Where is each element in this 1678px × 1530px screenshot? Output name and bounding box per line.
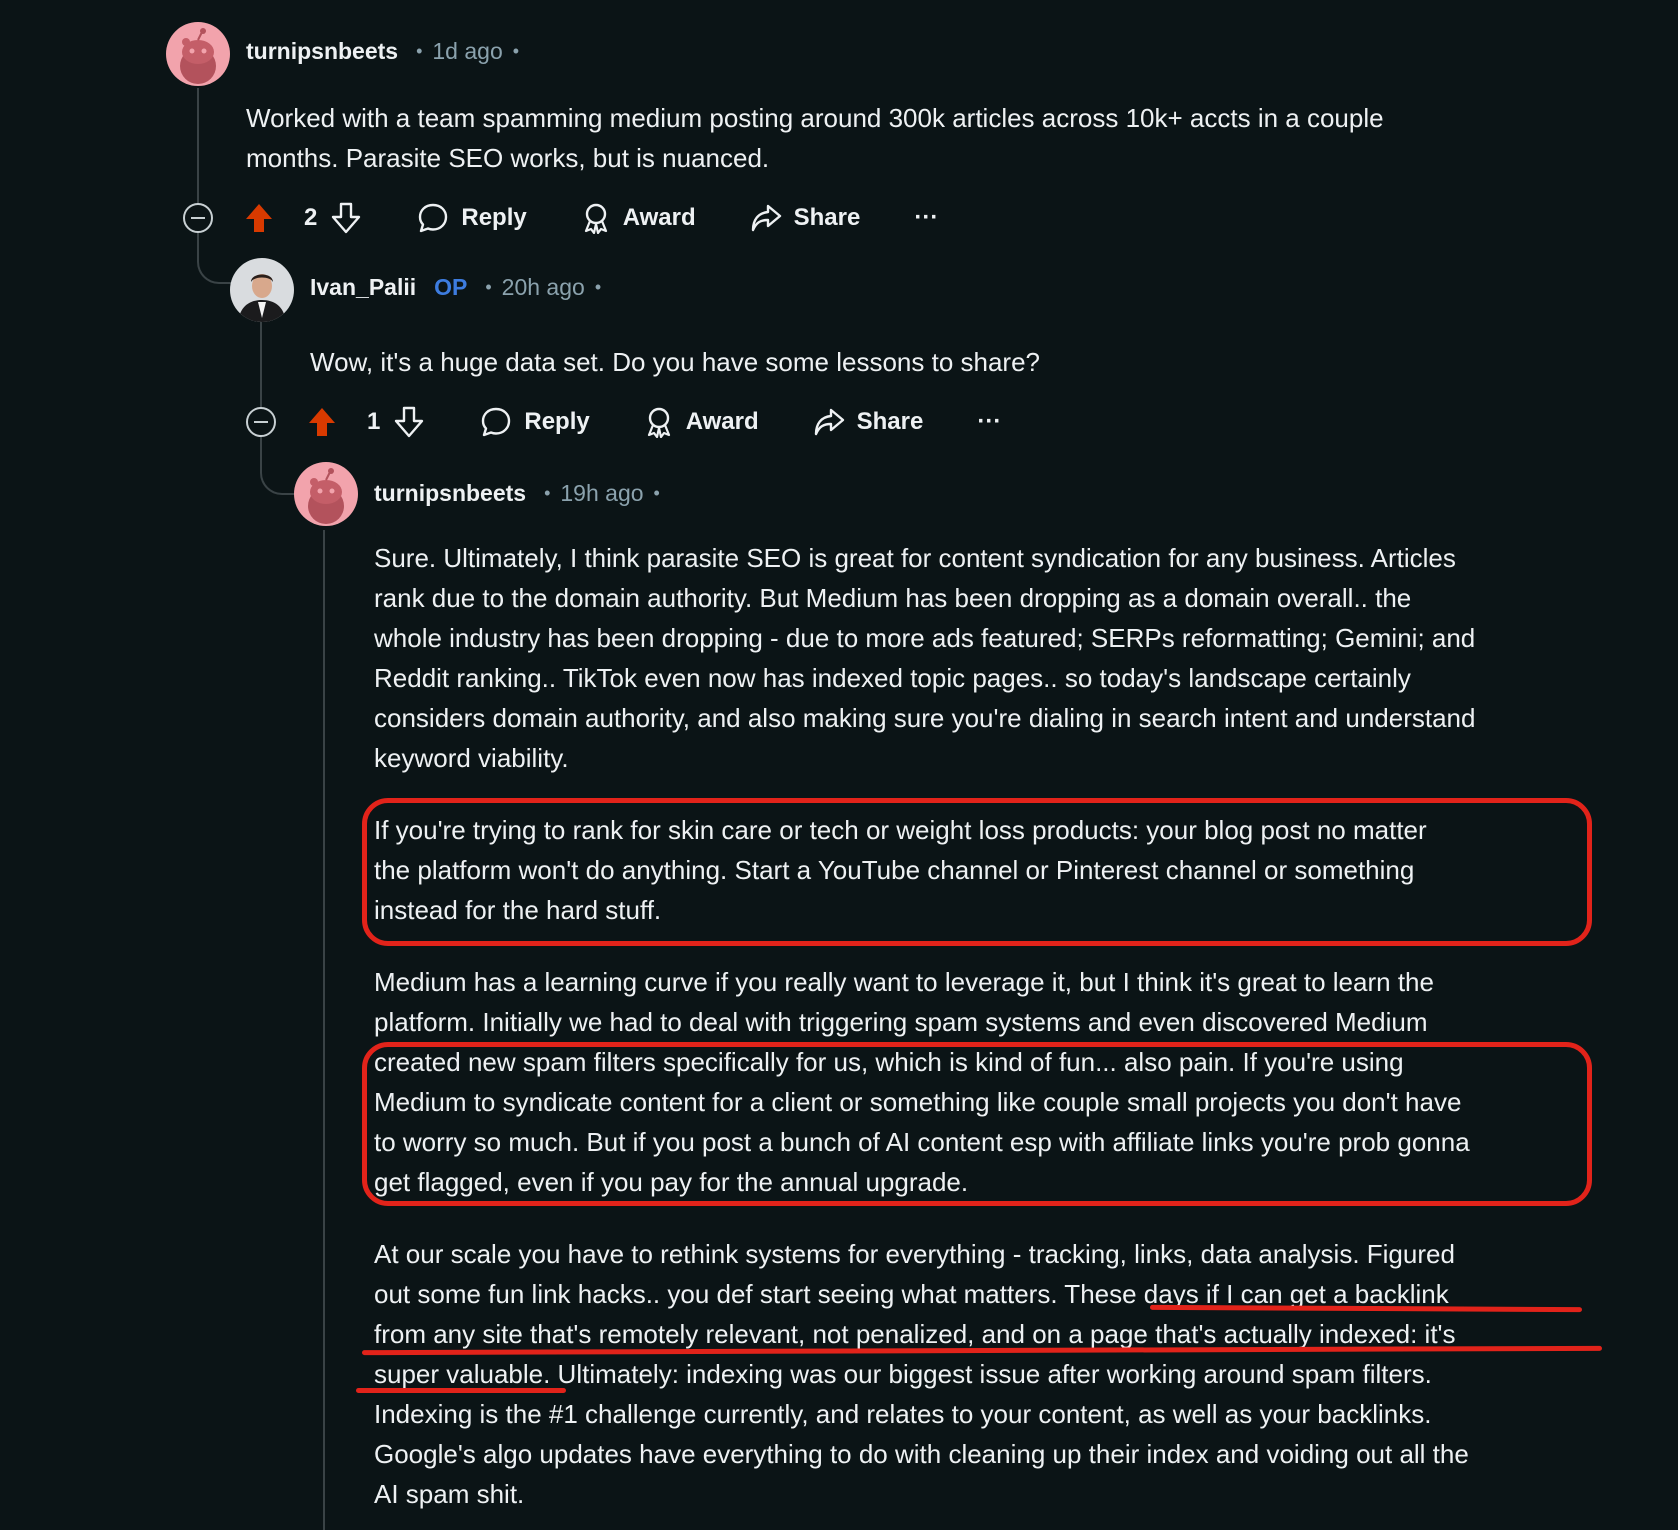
share-label: Share [793,204,861,231]
timestamp[interactable]: 1d ago [432,38,502,65]
separator-dot: • [485,277,492,297]
username[interactable]: Ivan_Palii [310,274,416,301]
comment-text-line: considers domain authority, and also mak… [374,703,1476,733]
comment-text-line: whole industry has been dropping - due t… [374,623,1476,653]
thread-line-2 [260,318,262,412]
thread-line-3 [323,530,325,1530]
reply-button[interactable]: Reply [480,406,590,438]
username[interactable]: turnipsnbeets [374,480,526,507]
reply-label: Reply [461,204,527,231]
comment-text-line: Sure. Ultimately, I think parasite SEO i… [374,543,1456,573]
upvote-button[interactable] [307,406,349,438]
comment-body: Wow, it's a huge data set. Do you have s… [310,342,1040,382]
avatar[interactable] [294,462,358,526]
award-button[interactable]: Award [644,406,759,438]
highlight-box [362,798,1592,946]
separator-dot: • [544,483,551,503]
downvote-icon [332,202,361,234]
comment-text-line: AI spam shit. [374,1479,525,1509]
vote-count: 2 [304,204,318,231]
highlight-underline [356,1388,566,1393]
downvote-button[interactable] [394,406,436,438]
comment-meta: turnipsnbeets • 19h ago • [374,480,660,507]
collapse-thread-button[interactable] [183,203,213,233]
more-options-icon: ··· [914,204,939,231]
highlight-box [362,1042,1592,1206]
separator-dot: • [653,483,660,503]
snoo-avatar-icon [166,22,230,86]
reply-label: Reply [524,408,590,435]
more-options-icon: ··· [977,408,1002,435]
comment-paragraph: Sure. Ultimately, I think parasite SEO i… [374,538,1475,778]
share-icon [751,204,781,232]
share-icon [814,408,844,436]
award-label: Award [622,204,696,231]
timestamp[interactable]: 19h ago [560,480,643,507]
comment-bubble-icon [482,407,511,437]
comment-text-line: platform. Initially we had to deal with … [374,1007,1428,1037]
thread-elbow-2 [260,437,298,495]
username[interactable]: turnipsnbeets [246,38,398,65]
comment-text-line: Google's algo updates have everything to… [374,1439,1469,1469]
more-options-button[interactable]: ··· [914,204,938,232]
comment-text-line: Wow, it's a huge data set. Do you have s… [310,347,1041,377]
timestamp[interactable]: 20h ago [502,274,585,301]
separator-dot: • [594,277,602,297]
profile-photo-icon [230,258,294,322]
upvote-button[interactable] [244,202,286,234]
separator-dot: • [512,41,520,61]
award-icon [584,203,607,234]
comment-text-line: rank due to the domain authority. But Me… [374,583,1412,613]
upvote-icon [309,408,335,436]
snoo-avatar-icon [294,462,358,526]
comment-text-line: Medium has a learning curve if you reall… [374,967,1434,997]
avatar[interactable] [230,258,294,322]
comment-text-line: keyword viability. [374,743,569,773]
comment-text-line: Indexing is the #1 challenge currently, … [374,1399,1432,1429]
comment-paragraph: At our scale you have to rethink systems… [374,1234,1469,1514]
downvote-button[interactable] [331,202,373,234]
comment-text-line: At our scale you have to rethink systems… [374,1239,1455,1269]
share-button[interactable]: Share [750,203,861,233]
award-icon [647,407,670,438]
thread-elbow-1 [197,232,235,284]
comment-actions: 2 Reply Award Share ··· [244,196,938,240]
comment-bubble-icon [419,203,448,233]
vote-count: 1 [367,408,381,435]
thread-line-1 [197,88,199,206]
separator-dot: • [416,41,423,61]
collapse-thread-button[interactable] [246,407,276,437]
share-label: Share [856,408,924,435]
comment-text-line: months. Parasite SEO works, but is nuanc… [246,143,770,173]
comment-text-line: Worked with a team spamming medium posti… [246,103,1384,133]
share-button[interactable]: Share [813,407,924,437]
downvote-icon [395,406,424,438]
award-label: Award [685,408,759,435]
comment-body: Worked with a team spamming medium posti… [246,98,1384,178]
comment-text-line: Reddit ranking.. TikTok even now has ind… [374,663,1411,693]
more-options-button[interactable]: ··· [977,408,1001,436]
op-badge: OP [434,274,468,300]
comment-meta: Ivan_Palii OP • 20h ago • [310,274,601,301]
comment-actions: 1 Reply Award Share ··· [307,400,1001,444]
award-button[interactable]: Award [581,202,696,234]
avatar[interactable] [166,22,230,86]
upvote-icon [246,204,272,232]
reply-button[interactable]: Reply [417,202,527,234]
comment-meta: turnipsnbeets • 1d ago • [246,38,519,65]
